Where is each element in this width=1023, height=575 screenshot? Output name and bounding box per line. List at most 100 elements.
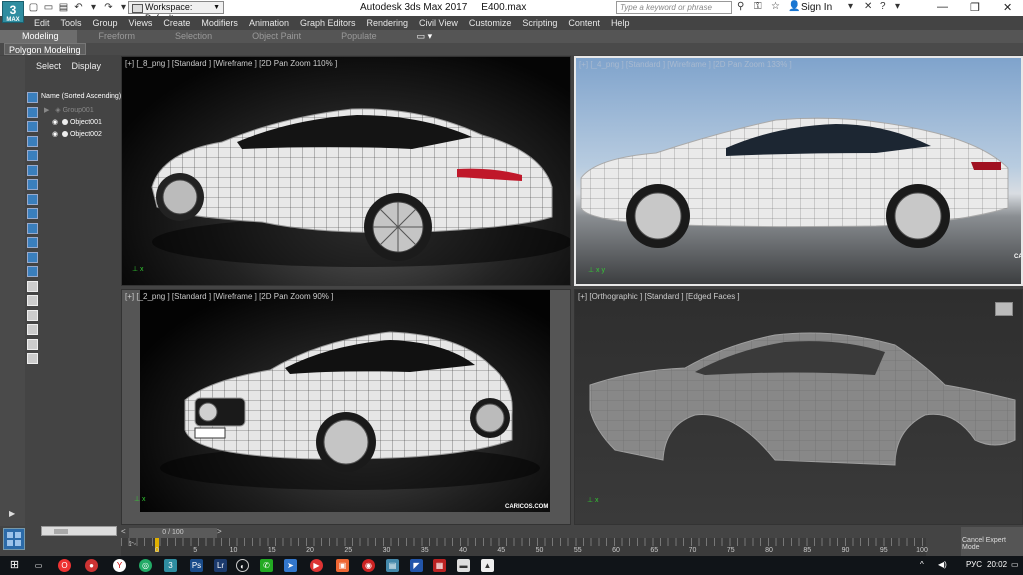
menu-item-help[interactable]: Help bbox=[611, 16, 630, 30]
display-shapes-icon[interactable] bbox=[27, 135, 38, 147]
expand-arrow-icon[interactable]: ▶ bbox=[44, 107, 49, 114]
tab-populate[interactable]: Populate bbox=[319, 30, 395, 43]
new-file-icon[interactable]: ▢ bbox=[28, 1, 39, 14]
search-input[interactable]: Type a keyword or phrase bbox=[616, 1, 732, 14]
menu-item-tools[interactable]: Tools bbox=[61, 16, 82, 30]
display-frozen-icon[interactable] bbox=[27, 266, 38, 277]
windows-start-icon[interactable]: ⊞ bbox=[8, 559, 21, 572]
lightroom-icon[interactable]: Lr bbox=[214, 559, 227, 572]
help-dropdown-icon[interactable]: ▾ bbox=[895, 1, 900, 12]
display-xrefs-icon[interactable] bbox=[27, 222, 38, 234]
tab-freeform[interactable]: Freeform bbox=[77, 30, 154, 43]
viewport-bottom-right[interactable]: [+] [Orthographic ] [Standard ] [Edged F… bbox=[574, 289, 1023, 525]
telegram-icon[interactable]: ➤ bbox=[284, 559, 297, 572]
clock[interactable]: 20:02 bbox=[987, 560, 1007, 569]
tab-display[interactable]: Display bbox=[72, 61, 102, 71]
menu-item-create[interactable]: Create bbox=[163, 16, 190, 30]
eye-icon[interactable]: ◉ bbox=[52, 118, 60, 126]
timeline-track[interactable]: ⟟∿ 0 5 10 15 20 25 30 35 40 45 50 55 60 65 70 75 80 85 90 9… bbox=[121, 538, 928, 556]
media-player-icon[interactable]: ▶ bbox=[310, 559, 323, 572]
ribbon-display-options-icon[interactable]: ▭ ▾ bbox=[395, 30, 451, 43]
menu-item-group[interactable]: Group bbox=[93, 16, 118, 30]
filter-icon[interactable] bbox=[27, 324, 38, 335]
menu-item-views[interactable]: Views bbox=[129, 16, 153, 30]
time-slider[interactable]: < 0 / 100 > bbox=[121, 527, 961, 538]
menu-item-modifiers[interactable]: Modifiers bbox=[201, 16, 238, 30]
display-lights-icon[interactable] bbox=[27, 150, 38, 161]
undo-dropdown-icon[interactable]: ▾ bbox=[88, 1, 99, 14]
expand-panel-icon[interactable]: ▶ bbox=[9, 509, 15, 518]
exchange-apps-icon[interactable]: ✕ bbox=[864, 1, 872, 12]
explorer-icon[interactable]: ▬ bbox=[457, 559, 470, 572]
volume-icon[interactable]: ◀) bbox=[938, 560, 947, 569]
language-indicator[interactable]: РУС bbox=[966, 560, 982, 569]
frame-counter[interactable]: 0 / 100 bbox=[129, 528, 217, 538]
menu-item-civil-view[interactable]: Civil View bbox=[419, 16, 458, 30]
tab-selection[interactable]: Selection bbox=[153, 30, 230, 43]
help-icon[interactable]: ? bbox=[880, 1, 886, 12]
favorites-icon[interactable]: ☆ bbox=[771, 1, 780, 12]
viewport-label[interactable]: [+] [_2_png ] [Standard ] [Wireframe ] [… bbox=[125, 292, 333, 301]
workspace-dropdown[interactable]: Workspace: Default▼ bbox=[128, 1, 224, 23]
user-icon[interactable]: 👤 bbox=[788, 1, 800, 12]
undo-icon[interactable]: ↶ bbox=[73, 1, 84, 14]
layer-icon[interactable] bbox=[27, 353, 38, 364]
cancel-expert-mode-button[interactable]: Cancel Expert Mode bbox=[961, 527, 1023, 556]
display-helpers-icon[interactable] bbox=[27, 179, 38, 190]
tray-expand-icon[interactable]: ^ bbox=[920, 560, 924, 569]
display-invert-icon[interactable] bbox=[27, 309, 38, 321]
next-frame-icon[interactable]: > bbox=[217, 527, 222, 536]
menu-item-graph-editors[interactable]: Graph Editors bbox=[300, 16, 356, 30]
column-header[interactable]: Name (Sorted Ascending) bbox=[41, 93, 121, 100]
viewcube-icon[interactable] bbox=[995, 302, 1013, 316]
eye-icon[interactable]: ◉ bbox=[52, 130, 60, 138]
viewport-bottom-left[interactable]: CARICOS.COM [+] [_2_png ] [Standard ] [W… bbox=[121, 289, 571, 525]
3dsmax-taskbar-icon[interactable]: 3 bbox=[164, 559, 177, 572]
opera-icon[interactable]: O bbox=[58, 559, 71, 572]
prev-frame-icon[interactable]: < bbox=[121, 527, 126, 536]
app-blue-icon[interactable]: ▤ bbox=[386, 559, 399, 572]
tab-select[interactable]: Select bbox=[36, 61, 61, 71]
tree-row-object002[interactable]: ◉ Object002 bbox=[52, 130, 102, 138]
app-red-icon[interactable]: ◉ bbox=[362, 559, 375, 572]
display-spacewarps-icon[interactable] bbox=[27, 193, 38, 205]
display-hidden-icon[interactable] bbox=[27, 280, 38, 292]
viewport-label[interactable]: [+] [_4_png ] [Standard ] [Wireframe ] [… bbox=[579, 60, 792, 69]
redo-icon[interactable]: ↷ bbox=[103, 1, 114, 14]
photos-icon[interactable]: ▲ bbox=[481, 559, 494, 572]
menu-item-scripting[interactable]: Scripting bbox=[522, 16, 557, 30]
photoshop-icon[interactable]: Ps bbox=[190, 559, 203, 572]
scene-explorer-scrollbar[interactable] bbox=[41, 526, 117, 536]
tree-row-object001[interactable]: ◉ Object001 bbox=[52, 118, 102, 126]
viewport-top-right[interactable]: [+] [_4_png ] [Standard ] [Wireframe ] [… bbox=[574, 56, 1023, 286]
minimize-icon[interactable]: — bbox=[937, 1, 948, 13]
tab-object-paint[interactable]: Object Paint bbox=[230, 30, 319, 43]
maximize-icon[interactable]: ❐ bbox=[970, 1, 980, 14]
display-bones-icon[interactable] bbox=[27, 237, 38, 248]
display-none-icon[interactable] bbox=[27, 106, 38, 118]
display-all-icon[interactable] bbox=[27, 295, 38, 306]
open-file-icon[interactable]: ▭ bbox=[43, 1, 54, 14]
save-icon[interactable]: ▤ bbox=[58, 1, 69, 14]
display-cameras-icon[interactable] bbox=[27, 164, 38, 176]
display-containers-icon[interactable] bbox=[27, 251, 38, 263]
close-icon[interactable]: ✕ bbox=[1003, 1, 1012, 14]
display-geometry-icon[interactable] bbox=[27, 121, 38, 132]
viewport-label[interactable]: [+] [Orthographic ] [Standard ] [Edged F… bbox=[578, 292, 740, 301]
viewport-layout-icon[interactable] bbox=[3, 528, 25, 550]
task-view-icon[interactable]: ▭ bbox=[32, 559, 45, 572]
app-tile-icon[interactable]: ▦ bbox=[433, 559, 446, 572]
funnel-icon[interactable] bbox=[27, 338, 38, 350]
search-icon[interactable]: ⚲ bbox=[737, 1, 744, 12]
select-icon[interactable] bbox=[27, 92, 38, 103]
whatsapp-icon[interactable]: ✆ bbox=[260, 559, 273, 572]
vscode-icon[interactable]: ◤ bbox=[410, 559, 423, 572]
viewport-top-left[interactable]: [+] [_8_png ] [Standard ] [Wireframe ] [… bbox=[121, 56, 571, 286]
viewport-label[interactable]: [+] [_8_png ] [Standard ] [Wireframe ] [… bbox=[125, 59, 337, 68]
yandex-icon[interactable]: Y bbox=[113, 559, 126, 572]
subscription-icon[interactable]: ⚿ bbox=[754, 1, 762, 12]
menu-item-content[interactable]: Content bbox=[568, 16, 600, 30]
display-groups-icon[interactable] bbox=[27, 208, 38, 219]
polygon-modeling-panel[interactable]: Polygon Modeling bbox=[4, 43, 86, 55]
menu-item-animation[interactable]: Animation bbox=[249, 16, 289, 30]
